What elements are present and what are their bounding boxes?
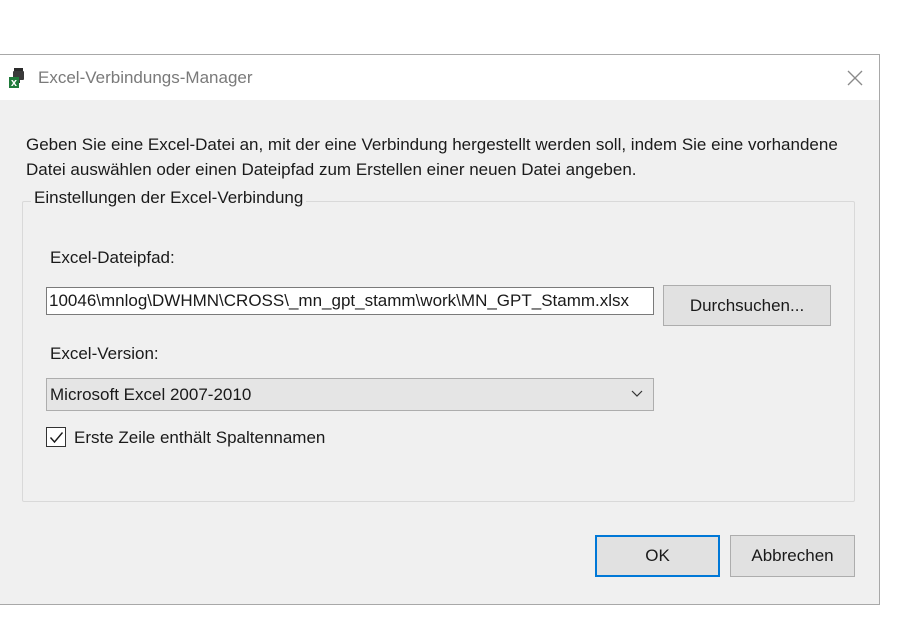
file-path-label: Excel-Dateipfad: [50, 248, 175, 267]
file-path-input[interactable]: 10046\mnlog\DWHMN\CROSS\_mn_gpt_stamm\wo… [46, 287, 654, 315]
excel-connection-icon: X [8, 67, 30, 89]
browse-button[interactable]: Durchsuchen... [663, 285, 831, 326]
chevron-down-icon [631, 390, 643, 397]
svg-text:X: X [11, 79, 18, 88]
excel-connection-dialog: X Excel-Verbindungs-Manager Geben Sie ei… [0, 54, 880, 605]
ok-button[interactable]: OK [595, 535, 720, 577]
excel-version-select[interactable]: Microsoft Excel 2007-2010 [46, 378, 654, 411]
window-title: Excel-Verbindungs-Manager [38, 68, 253, 87]
file-path-value: 10046\mnlog\DWHMN\CROSS\_mn_gpt_stamm\wo… [49, 291, 630, 310]
close-button[interactable] [831, 55, 879, 100]
excel-version-selected: Microsoft Excel 2007-2010 [50, 384, 252, 404]
cancel-button[interactable]: Abbrechen [730, 535, 855, 577]
title-bar: X Excel-Verbindungs-Manager [0, 55, 879, 100]
first-row-header-checkbox[interactable] [46, 427, 66, 447]
dialog-description: Geben Sie eine Excel-Datei an, mit der e… [26, 135, 838, 179]
first-row-header-label[interactable]: Erste Zeile enthält Spaltennamen [74, 428, 325, 448]
group-legend: Einstellungen der Excel-Verbindung [31, 188, 307, 208]
close-icon [847, 70, 863, 85]
version-label: Excel-Version: [50, 344, 159, 363]
checkmark-icon [49, 431, 63, 443]
